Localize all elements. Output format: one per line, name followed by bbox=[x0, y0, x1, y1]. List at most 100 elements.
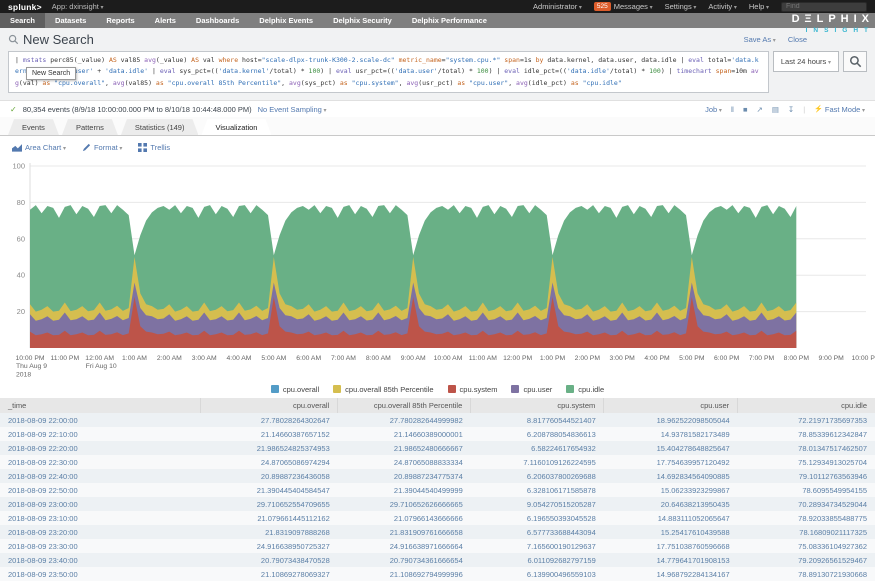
cell-value[interactable]: 79.20926561529467 bbox=[738, 553, 875, 567]
help-menu[interactable]: Help bbox=[749, 2, 769, 11]
cell-value[interactable]: 78.16809021117325 bbox=[738, 525, 875, 539]
event-sampling-menu[interactable]: No Event Sampling bbox=[258, 105, 327, 114]
cell-value[interactable]: 21.14660387657152 bbox=[200, 427, 337, 441]
column-header-cpu-overall-85th-percentile[interactable]: cpu.overall 85th Percentile bbox=[338, 398, 471, 413]
cell-value[interactable]: 21.390445404584547 bbox=[200, 483, 337, 497]
cell-value[interactable]: 72.21971735697353 bbox=[738, 413, 875, 427]
cell-value[interactable]: 21.831909761666658 bbox=[338, 525, 471, 539]
chart-type-picker[interactable]: Area Chart bbox=[12, 143, 66, 152]
column-header-time[interactable]: _time bbox=[0, 398, 200, 413]
legend-item-cpu-idle[interactable]: cpu.idle bbox=[566, 385, 604, 394]
cell-time[interactable]: 2018-08-09 22:40:00 bbox=[0, 469, 200, 483]
column-header-cpu-user[interactable]: cpu.user bbox=[604, 398, 738, 413]
cell-value[interactable]: 9.054270515205287 bbox=[471, 497, 604, 511]
cell-value[interactable]: 24.916638950725327 bbox=[200, 539, 337, 553]
cell-time[interactable]: 2018-08-09 22:50:00 bbox=[0, 483, 200, 497]
tab-statistics-149[interactable]: Statistics (149) bbox=[121, 119, 199, 135]
cell-value[interactable]: 15.06233923299867 bbox=[604, 483, 738, 497]
splunk-logo[interactable]: splunk> bbox=[8, 2, 42, 12]
cell-value[interactable]: 78.92033855488775 bbox=[738, 511, 875, 525]
cell-time[interactable]: 2018-08-09 23:20:00 bbox=[0, 525, 200, 539]
cell-time[interactable]: 2018-08-09 23:40:00 bbox=[0, 553, 200, 567]
cell-value[interactable]: 7.165600190129637 bbox=[471, 539, 604, 553]
cell-time[interactable]: 2018-08-09 22:00:00 bbox=[0, 413, 200, 427]
search-mode-menu[interactable]: ⚡ Fast Mode bbox=[814, 105, 865, 114]
cell-time[interactable]: 2018-08-09 23:00:00 bbox=[0, 497, 200, 511]
pause-icon[interactable]: ‖ bbox=[731, 105, 734, 114]
cell-value[interactable]: 6.206037800269688 bbox=[471, 469, 604, 483]
cell-value[interactable]: 20.64638213950435 bbox=[604, 497, 738, 511]
close-button[interactable]: Close bbox=[788, 35, 807, 44]
print-icon[interactable]: ▤ bbox=[772, 105, 779, 114]
cell-value[interactable]: 70.28934734529044 bbox=[738, 497, 875, 511]
cell-value[interactable]: 78.85339612342847 bbox=[738, 427, 875, 441]
cell-value[interactable]: 27.78028264302647 bbox=[200, 413, 337, 427]
cell-time[interactable]: 2018-08-09 23:30:00 bbox=[0, 539, 200, 553]
column-header-cpu-overall[interactable]: cpu.overall bbox=[200, 398, 337, 413]
user-menu[interactable]: Administrator bbox=[533, 2, 582, 11]
cell-value[interactable]: 6.196550393045528 bbox=[471, 511, 604, 525]
cell-value[interactable]: 78.89130721930668 bbox=[738, 567, 875, 581]
nav-item-delphix-performance[interactable]: Delphix Performance bbox=[402, 13, 497, 28]
settings-menu[interactable]: Settings bbox=[665, 2, 697, 11]
cell-value[interactable]: 20.790734361666654 bbox=[338, 553, 471, 567]
nav-item-search[interactable]: Search bbox=[0, 13, 45, 28]
messages-menu[interactable]: Messages bbox=[614, 2, 653, 11]
tab-patterns[interactable]: Patterns bbox=[62, 119, 118, 135]
stop-icon[interactable]: ■ bbox=[743, 105, 748, 114]
cell-value[interactable]: 15.404278648825647 bbox=[604, 441, 738, 455]
cell-value[interactable]: 14.93781582173489 bbox=[604, 427, 738, 441]
cell-value[interactable]: 14.883111052065647 bbox=[604, 511, 738, 525]
cell-value[interactable]: 27.780282644999982 bbox=[338, 413, 471, 427]
cell-time[interactable]: 2018-08-09 22:10:00 bbox=[0, 427, 200, 441]
legend-item-cpu-overall[interactable]: cpu.overall bbox=[271, 385, 319, 394]
cell-value[interactable]: 14.968792284134167 bbox=[604, 567, 738, 581]
cell-value[interactable]: 17.754639957120492 bbox=[604, 455, 738, 469]
column-header-cpu-system[interactable]: cpu.system bbox=[471, 398, 604, 413]
nav-item-dashboards[interactable]: Dashboards bbox=[186, 13, 249, 28]
cell-value[interactable]: 21.8319097888268 bbox=[200, 525, 337, 539]
cell-value[interactable]: 78.6095549954155 bbox=[738, 483, 875, 497]
save-as-menu[interactable]: Save As bbox=[744, 35, 776, 44]
nav-item-delphix-security[interactable]: Delphix Security bbox=[323, 13, 402, 28]
time-range-picker[interactable]: Last 24 hours bbox=[773, 51, 839, 72]
cell-value[interactable]: 21.98652480666667 bbox=[338, 441, 471, 455]
legend-item-cpu-user[interactable]: cpu.user bbox=[511, 385, 552, 394]
cell-value[interactable]: 8.817760544521407 bbox=[471, 413, 604, 427]
export-icon[interactable]: ↧ bbox=[788, 105, 794, 114]
tab-events[interactable]: Events bbox=[8, 119, 59, 135]
run-search-button[interactable] bbox=[843, 51, 867, 72]
cpu-area-chart[interactable]: 2040608010010:00 PMThu Aug 9201811:00 PM… bbox=[0, 158, 875, 382]
cell-value[interactable]: 29.710652554709655 bbox=[200, 497, 337, 511]
cell-value[interactable]: 14.779641701908153 bbox=[604, 553, 738, 567]
find-input[interactable] bbox=[781, 2, 867, 12]
cell-value[interactable]: 21.108692794999996 bbox=[338, 567, 471, 581]
cell-value[interactable]: 78.01347517462507 bbox=[738, 441, 875, 455]
cell-time[interactable]: 2018-08-09 22:30:00 bbox=[0, 455, 200, 469]
cell-value[interactable]: 20.89887236436058 bbox=[200, 469, 337, 483]
cell-value[interactable]: 75.12934913025704 bbox=[738, 455, 875, 469]
cell-value[interactable]: 24.87065086974294 bbox=[200, 455, 337, 469]
search-query-input[interactable]: | mstats perc85(_value) AS val85 avg(_va… bbox=[8, 51, 769, 93]
nav-item-delphix-events[interactable]: Delphix Events bbox=[249, 13, 323, 28]
activity-menu[interactable]: Activity bbox=[708, 2, 736, 11]
cell-time[interactable]: 2018-08-09 23:50:00 bbox=[0, 567, 200, 581]
cell-value[interactable]: 29.710652626666665 bbox=[338, 497, 471, 511]
cell-value[interactable]: 21.39044540499999 bbox=[338, 483, 471, 497]
tab-visualization[interactable]: Visualization bbox=[201, 119, 271, 135]
cell-value[interactable]: 6.58224617654932 bbox=[471, 441, 604, 455]
cell-value[interactable]: 7.1160109126224595 bbox=[471, 455, 604, 469]
cell-value[interactable]: 6.011092682797159 bbox=[471, 553, 604, 567]
cell-value[interactable]: 6.208788054836613 bbox=[471, 427, 604, 441]
format-button[interactable]: Format bbox=[82, 143, 122, 152]
cell-value[interactable]: 75.08336104927362 bbox=[738, 539, 875, 553]
cell-value[interactable]: 79.10112763563946 bbox=[738, 469, 875, 483]
cell-value[interactable]: 6.577733688443094 bbox=[471, 525, 604, 539]
nav-item-reports[interactable]: Reports bbox=[96, 13, 144, 28]
cell-value[interactable]: 21.14660389000001 bbox=[338, 427, 471, 441]
cell-value[interactable]: 6.328106171585878 bbox=[471, 483, 604, 497]
legend-item-cpu-overall-85th-percentile[interactable]: cpu.overall 85th Percentile bbox=[333, 385, 433, 394]
cell-value[interactable]: 21.079661445112162 bbox=[200, 511, 337, 525]
cell-value[interactable]: 21.07966143666666 bbox=[338, 511, 471, 525]
job-menu[interactable]: Job bbox=[705, 105, 722, 114]
